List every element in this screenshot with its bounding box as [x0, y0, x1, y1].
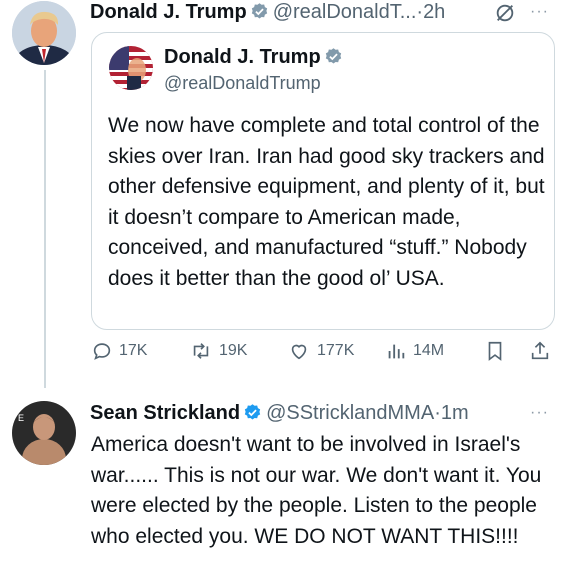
display-name[interactable]: Donald J. Trump: [90, 1, 247, 23]
avatar[interactable]: E: [12, 401, 76, 465]
tweet2-header: Sean Strickland @SStricklandMMA·1m: [90, 401, 469, 428]
views-button[interactable]: 14M: [385, 340, 444, 362]
like-button[interactable]: 177K: [287, 340, 354, 362]
grok-icon[interactable]: [494, 2, 516, 29]
like-count: 177K: [317, 342, 355, 359]
separator: ·: [434, 402, 441, 424]
more-button[interactable]: ···: [530, 3, 549, 21]
repost-count: 19K: [219, 342, 248, 359]
display-name[interactable]: Sean Strickland: [90, 402, 240, 424]
views-icon: [388, 344, 405, 359]
views-count: 14M: [413, 342, 445, 359]
thread-line: [44, 70, 46, 388]
avatar[interactable]: [12, 1, 76, 65]
verified-badge-icon: [243, 403, 262, 428]
svg-text:E: E: [18, 413, 24, 423]
like-icon: [291, 344, 307, 360]
quote-header-name: Donald J. Trump: [164, 45, 347, 72]
timestamp[interactable]: 1m: [441, 402, 469, 424]
repost-icon: [193, 343, 209, 359]
share-button[interactable]: [529, 340, 557, 362]
handle[interactable]: @realDonaldT...: [273, 1, 417, 23]
bookmark-button[interactable]: [484, 340, 512, 362]
quote-text: We now have complete and total control o…: [108, 114, 545, 290]
action-bar: 17K 19K 177K 14M: [91, 340, 561, 370]
bookmark-icon: [488, 341, 502, 361]
reply-button[interactable]: 17K: [91, 340, 147, 362]
quote-handle[interactable]: @realDonaldTrump: [164, 71, 321, 95]
verified-badge-icon: [250, 2, 269, 27]
timestamp[interactable]: 2h: [423, 1, 445, 23]
handle[interactable]: @SStricklandMMA: [266, 402, 434, 424]
quote-display-name[interactable]: Donald J. Trump: [164, 46, 321, 68]
reply-count: 17K: [119, 342, 148, 359]
tweet2-text: America doesn't want to be involved in I…: [91, 433, 542, 548]
tweet1-header: Donald J. Trump @realDonaldT...·2h: [90, 0, 445, 27]
reply-icon: [93, 343, 111, 360]
quote-avatar[interactable]: [109, 46, 153, 90]
verified-badge-icon: [324, 47, 343, 72]
share-icon: [531, 341, 549, 360]
quote-card[interactable]: Donald J. Trump @realDonaldTrump We now …: [91, 32, 555, 330]
more-button[interactable]: ···: [530, 404, 549, 422]
repost-button[interactable]: 19K: [189, 340, 247, 362]
